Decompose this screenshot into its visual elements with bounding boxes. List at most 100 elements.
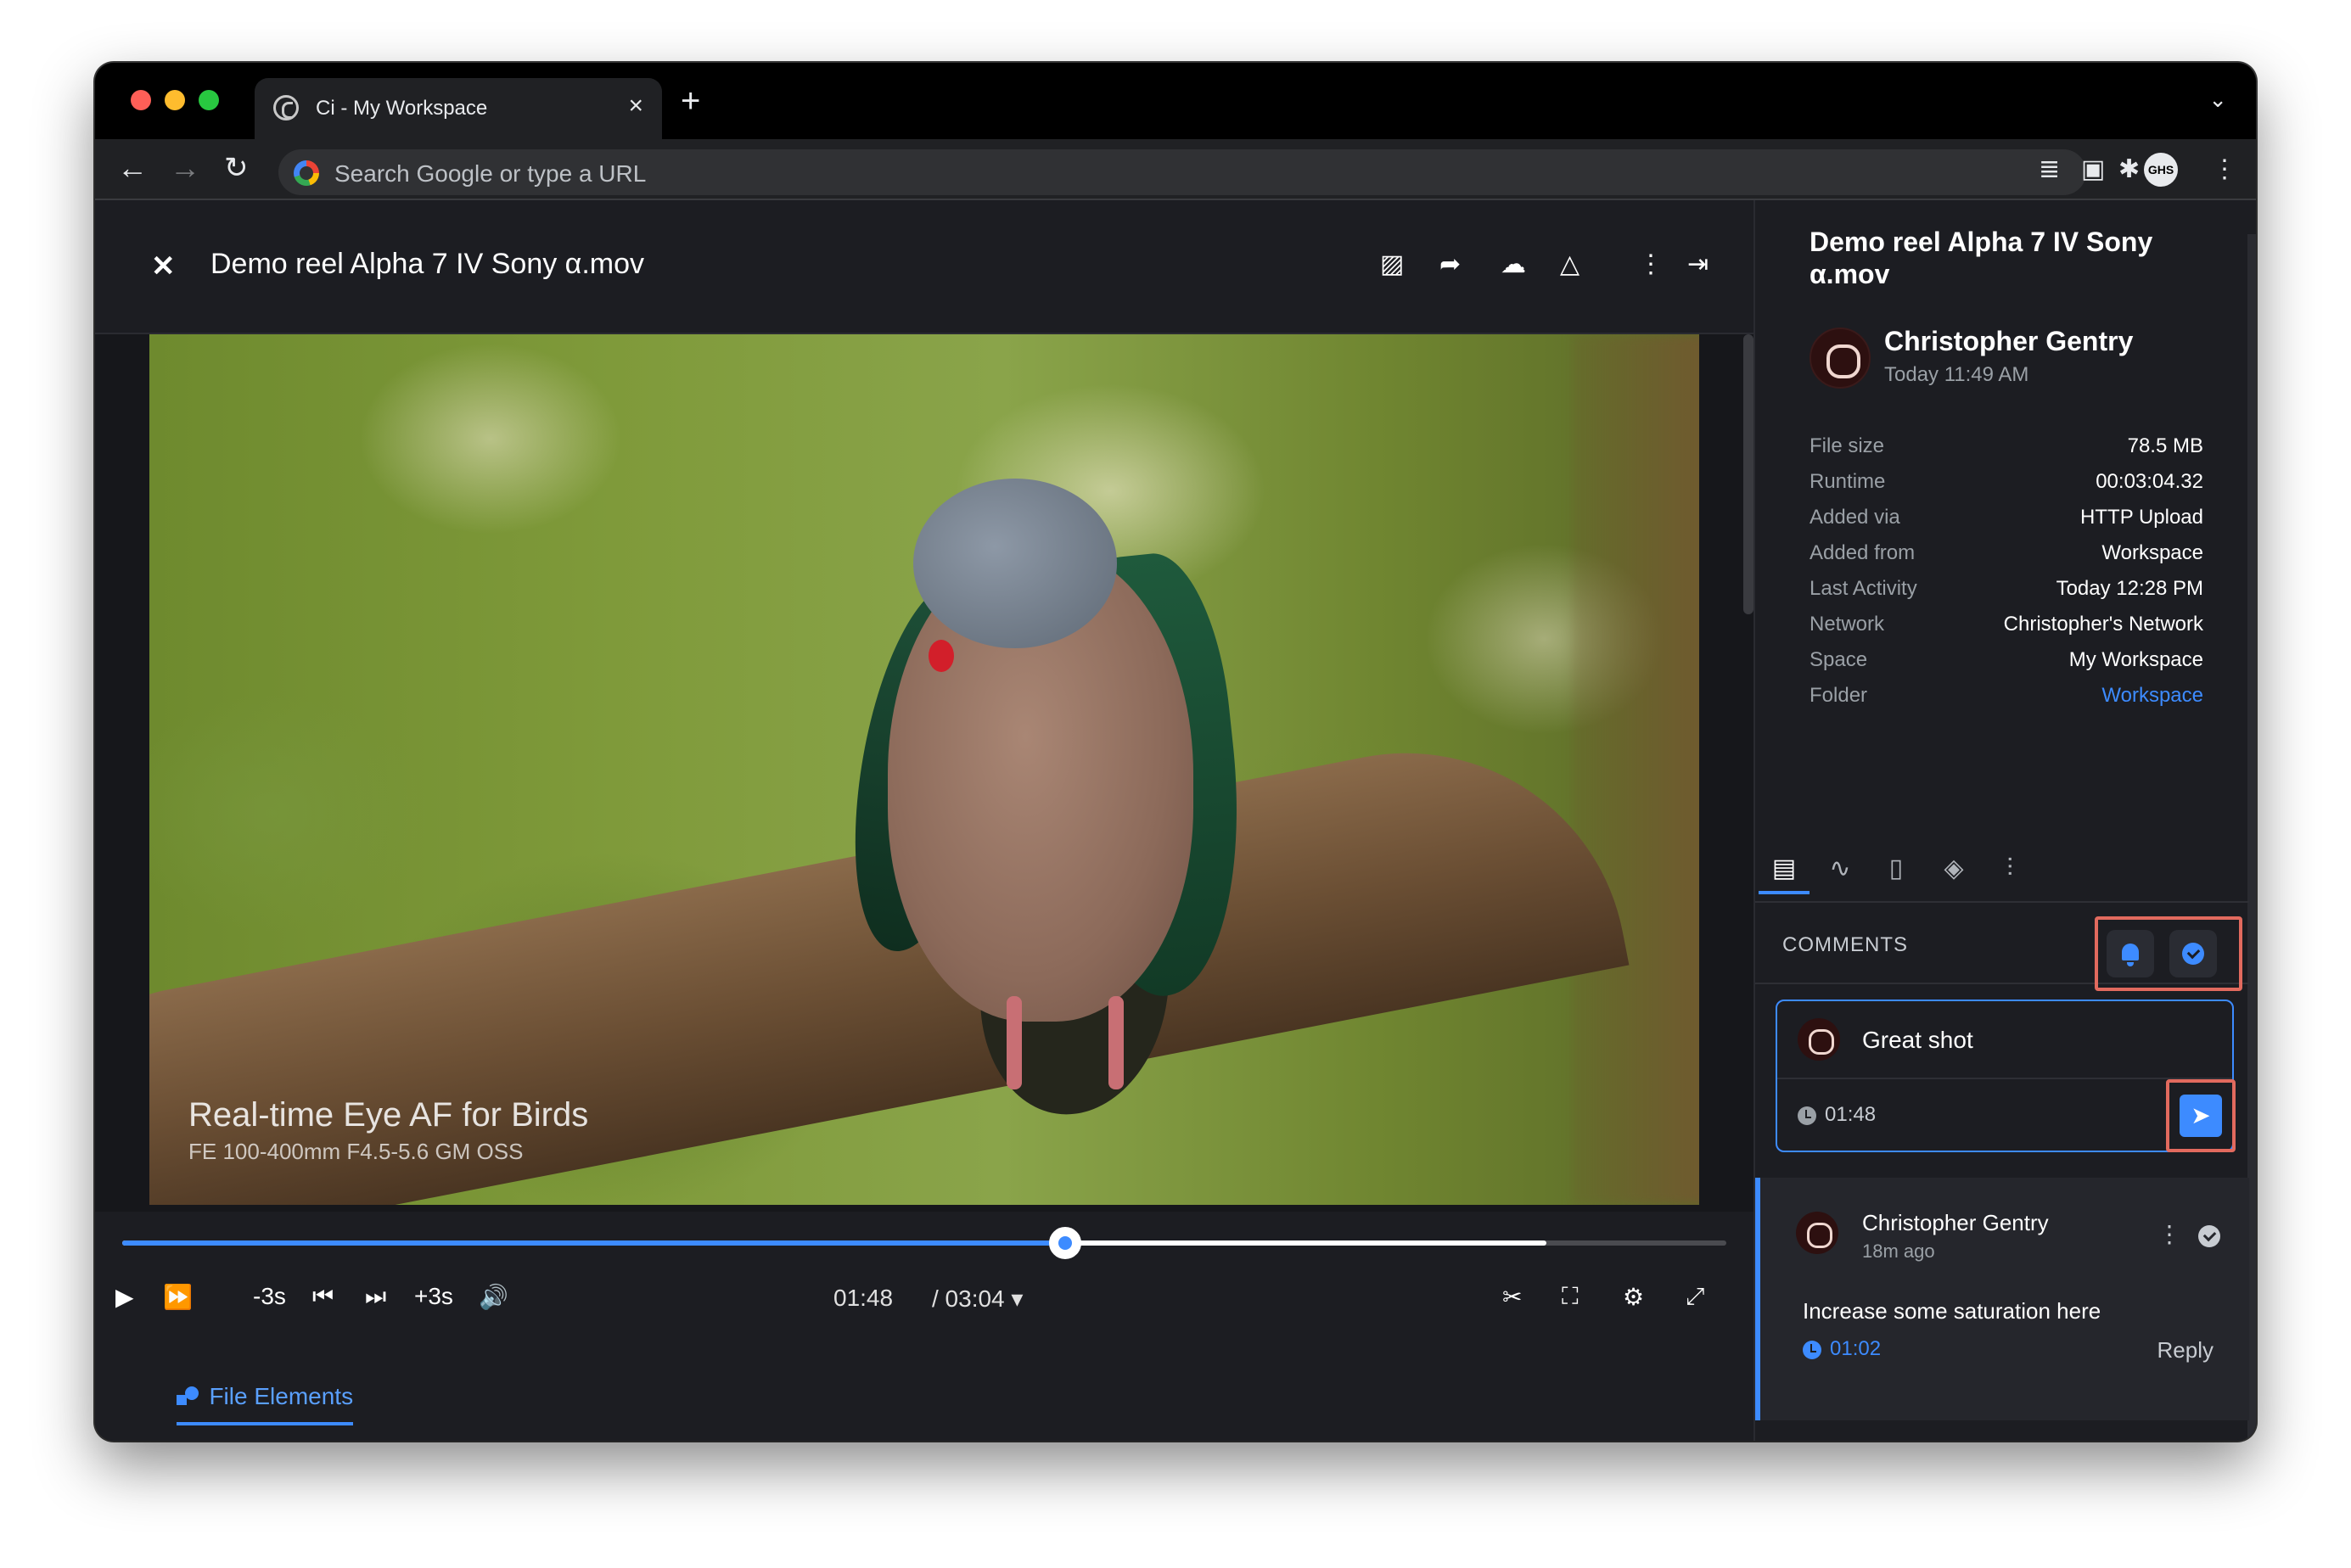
drive-icon[interactable]: △ [1560,249,1579,279]
fullscreen-icon[interactable]: ⤢ [1686,1283,1704,1311]
tab-tags[interactable]: ◈ [1928,843,1979,894]
bird-eye [929,640,954,672]
tab-comments[interactable]: ▤ [1759,843,1810,894]
bird-head [913,479,1117,648]
comment-timestamp[interactable]: 01:48 [1825,1103,1876,1127]
tab-close-icon[interactable]: × [628,92,643,120]
viewer-bottom-tabs: File Elements [95,1330,1753,1441]
reply-button[interactable]: Reply [2157,1337,2214,1364]
tab-file-elements-label: File Elements [209,1383,354,1409]
google-icon [294,160,319,186]
rewind-3s-button[interactable]: -3s [253,1283,286,1310]
comment-item[interactable]: Christopher Gentry 18m ago ⋮ Increase so… [1755,1178,2249,1420]
profile-avatar[interactable]: GHS [2144,153,2178,187]
video-overlay-title: Real-time Eye AF for Birds [188,1096,589,1134]
play-icon[interactable]: ▶ [115,1283,134,1311]
comment-timecode-link[interactable]: 01:02 [1830,1337,1881,1361]
extensions-icon[interactable]: ✱ [2118,154,2140,184]
forward-3s-button[interactable]: +3s [414,1283,453,1310]
cloud-download-icon[interactable]: ☁ [1501,249,1526,279]
back-button[interactable]: ← [117,151,148,185]
tab-search-button[interactable]: ⌄ [2208,87,2227,113]
comment-actions-highlight [2095,916,2242,991]
check-circle-icon[interactable] [2169,930,2217,977]
tab-title: Ci - My Workspace [316,97,488,120]
viewer-header: ✕ Demo reel Alpha 7 IV Sony α.mov ▨ ➦ ☁ … [95,200,1753,334]
folder-link[interactable]: Workspace [2101,684,2203,708]
ci-favicon-icon [273,95,299,120]
video-overlay-subtitle: FE 100-400mm F4.5-5.6 GM OSS [188,1139,524,1164]
tab-document[interactable]: ▯ [1871,843,1922,894]
resolve-check-icon[interactable] [2198,1225,2220,1247]
browser-menu-icon[interactable]: ⋮ [2212,154,2237,184]
metadata-key: Added from [1810,541,1916,564]
metadata-key: Space [1810,648,1868,671]
panel-file-title: Demo reel Alpha 7 IV Sony α.mov [1810,227,2153,289]
metadata-value: HTTP Upload [2080,506,2203,529]
bird-leg [1007,996,1022,1089]
metadata-key: File size [1810,434,1885,457]
minimize-window-button[interactable] [165,90,185,110]
metadata-row: Last Activity Today 12:28 PM [1810,572,2203,608]
tab-activity[interactable]: ∿ [1815,843,1866,894]
settings-icon[interactable]: ⚙ [1623,1283,1644,1311]
next-frame-icon[interactable]: ⏭ [365,1283,386,1311]
close-window-button[interactable] [131,90,151,110]
comment-composer[interactable]: Great shot 01:48 ➤ [1776,1000,2236,1152]
avatar [1796,1212,1838,1254]
more-options-icon[interactable]: ⋮ [2157,1220,2181,1248]
tab-filters[interactable]: ⫶ [1984,843,2035,894]
image-icon[interactable]: ▨ [1380,249,1404,279]
metadata-row: Added via HTTP Upload [1810,501,2203,536]
fast-forward-icon[interactable]: ⏩ [163,1283,193,1311]
clock-icon [1803,1341,1821,1359]
video-frame[interactable]: Real-time Eye AF for Birds FE 100-400mm … [149,334,1699,1205]
previous-frame-icon[interactable]: ⏮ [312,1283,334,1311]
metadata-value: Christopher's Network [2003,613,2203,636]
tab-strip: Ci - My Workspace × + ⌄ [95,63,2256,139]
chevron-down-icon: ▾ [1011,1285,1024,1312]
metadata-row: Space My Workspace [1810,643,2203,679]
reload-button[interactable]: ↻ [224,151,249,185]
metadata-row: Network Christopher's Network [1810,608,2203,643]
metadata-value: Today 12:28 PM [2056,577,2203,600]
browser-tab[interactable]: Ci - My Workspace × [255,78,662,139]
media-controls-icon[interactable]: ≣ [2039,154,2060,184]
close-viewer-icon[interactable]: ✕ [151,249,176,283]
comment-age: 18m ago [1862,1240,1935,1262]
aspect-ratio-icon[interactable]: ⛶ [1562,1283,1579,1311]
share-icon[interactable]: ➦ [1439,249,1461,279]
collapse-panel-icon[interactable]: ⇥ [1687,249,1709,279]
scissors-icon[interactable]: ✂ [1502,1283,1522,1311]
new-tab-button[interactable]: + [681,84,700,118]
metadata-row: Folder Workspace [1810,679,2203,714]
maximize-window-button[interactable] [199,90,219,110]
comment-text: Increase some saturation here [1803,1298,2101,1324]
bird-leg [1108,996,1124,1089]
metadata-value: My Workspace [2068,648,2203,671]
side-panel-icon[interactable]: ▣ [2081,154,2105,184]
tab-file-elements[interactable]: File Elements [177,1383,354,1425]
seek-bar[interactable] [122,1227,1726,1259]
comment-input[interactable]: Great shot [1862,1027,1973,1054]
seek-handle[interactable] [1049,1227,1082,1259]
volume-icon[interactable]: 🔊 [479,1283,508,1311]
more-options-icon[interactable]: ⋮ [1638,249,1664,279]
metadata-key: Added via [1810,506,1900,529]
send-icon[interactable]: ➤ [2180,1095,2222,1137]
details-panel: Demo reel Alpha 7 IV Sony α.mov Christop… [1753,200,2256,1441]
metadata-value: 78.5 MB [2127,434,2203,457]
forward-button[interactable]: → [170,151,200,185]
address-bar[interactable]: Search Google or type a URL [278,149,2086,195]
metadata-value: Workspace [2101,541,2203,564]
panel-tabs: ▤ ∿ ▯ ◈ ⫶ [1755,835,2249,903]
media-viewer: ✕ Demo reel Alpha 7 IV Sony α.mov ▨ ➦ ☁ … [95,200,1753,1441]
bell-icon[interactable] [2107,930,2154,977]
send-highlight: ➤ [2166,1079,2236,1152]
background-trunk [1572,334,1699,1205]
video-scrollbar[interactable] [1743,334,1753,614]
video-area[interactable]: Real-time Eye AF for Birds FE 100-400mm … [95,334,1753,1212]
metadata-value: 00:03:04.32 [2096,470,2203,493]
shapes-icon [177,1385,200,1408]
duration[interactable]: / 03:04 ▾ [932,1285,1023,1313]
